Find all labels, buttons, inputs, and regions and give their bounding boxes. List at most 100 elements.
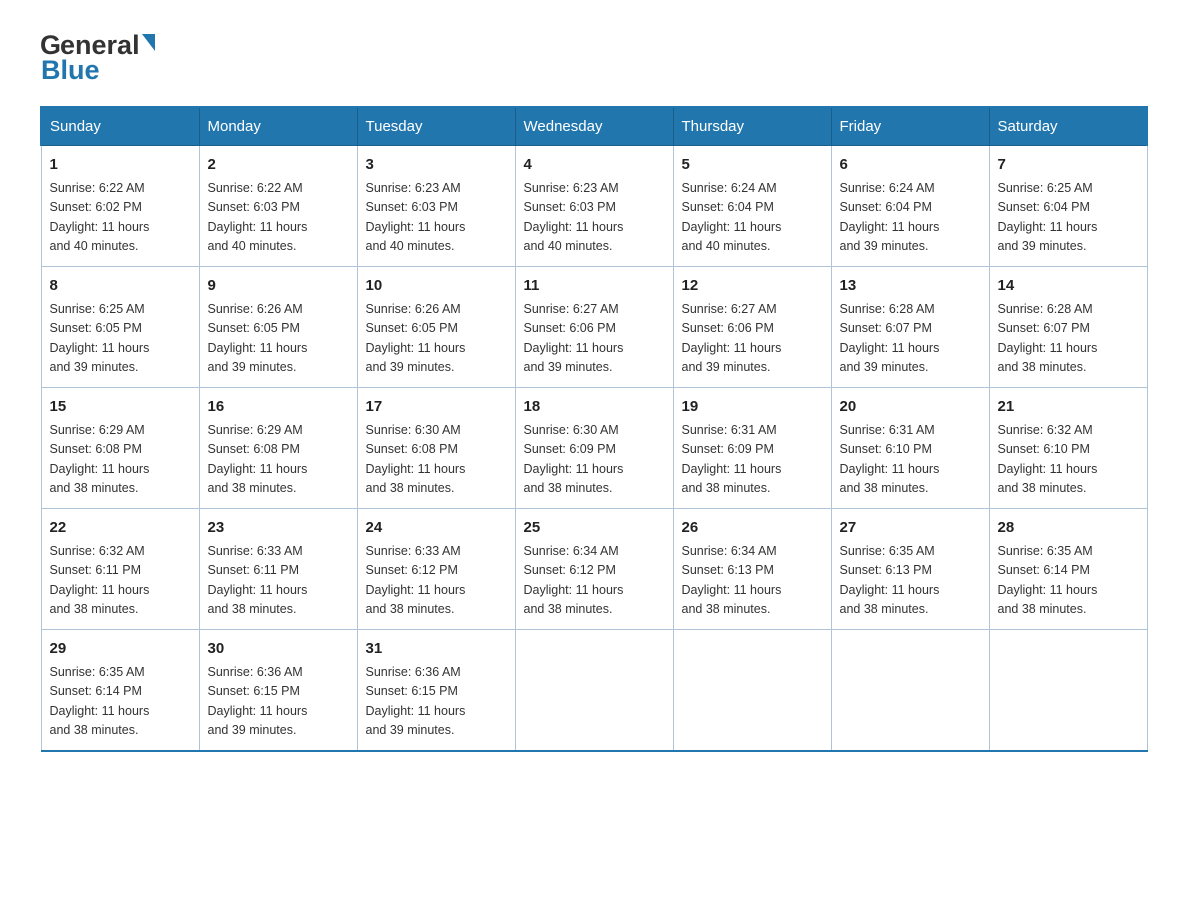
logo-triangle-icon — [142, 34, 155, 51]
day-info: Sunrise: 6:27 AMSunset: 6:06 PMDaylight:… — [524, 302, 624, 375]
calendar-cell — [673, 630, 831, 752]
calendar-cell: 21 Sunrise: 6:32 AMSunset: 6:10 PMDaylig… — [989, 388, 1147, 509]
day-number: 11 — [524, 275, 665, 297]
day-number: 27 — [840, 517, 981, 539]
day-info: Sunrise: 6:23 AMSunset: 6:03 PMDaylight:… — [366, 181, 466, 254]
calendar-cell: 23 Sunrise: 6:33 AMSunset: 6:11 PMDaylig… — [199, 509, 357, 630]
day-number: 25 — [524, 517, 665, 539]
calendar-cell: 29 Sunrise: 6:35 AMSunset: 6:14 PMDaylig… — [41, 630, 199, 752]
day-number: 17 — [366, 396, 507, 418]
calendar-cell: 3 Sunrise: 6:23 AMSunset: 6:03 PMDayligh… — [357, 146, 515, 267]
calendar-cell: 9 Sunrise: 6:26 AMSunset: 6:05 PMDayligh… — [199, 267, 357, 388]
col-header-wednesday: Wednesday — [515, 107, 673, 146]
day-number: 20 — [840, 396, 981, 418]
day-info: Sunrise: 6:25 AMSunset: 6:04 PMDaylight:… — [998, 181, 1098, 254]
day-number: 9 — [208, 275, 349, 297]
day-info: Sunrise: 6:28 AMSunset: 6:07 PMDaylight:… — [998, 302, 1098, 375]
logo: G eneral Blue — [40, 30, 155, 86]
day-number: 28 — [998, 517, 1139, 539]
calendar-week-row: 29 Sunrise: 6:35 AMSunset: 6:14 PMDaylig… — [41, 630, 1147, 752]
day-number: 4 — [524, 154, 665, 176]
day-info: Sunrise: 6:34 AMSunset: 6:13 PMDaylight:… — [682, 544, 782, 617]
calendar-cell: 22 Sunrise: 6:32 AMSunset: 6:11 PMDaylig… — [41, 509, 199, 630]
col-header-saturday: Saturday — [989, 107, 1147, 146]
calendar-cell: 6 Sunrise: 6:24 AMSunset: 6:04 PMDayligh… — [831, 146, 989, 267]
calendar-cell — [989, 630, 1147, 752]
day-number: 19 — [682, 396, 823, 418]
calendar-cell: 13 Sunrise: 6:28 AMSunset: 6:07 PMDaylig… — [831, 267, 989, 388]
day-number: 16 — [208, 396, 349, 418]
calendar-week-row: 15 Sunrise: 6:29 AMSunset: 6:08 PMDaylig… — [41, 388, 1147, 509]
calendar-cell: 25 Sunrise: 6:34 AMSunset: 6:12 PMDaylig… — [515, 509, 673, 630]
day-number: 24 — [366, 517, 507, 539]
calendar-cell: 30 Sunrise: 6:36 AMSunset: 6:15 PMDaylig… — [199, 630, 357, 752]
calendar-cell — [515, 630, 673, 752]
day-info: Sunrise: 6:30 AMSunset: 6:09 PMDaylight:… — [524, 423, 624, 496]
day-info: Sunrise: 6:28 AMSunset: 6:07 PMDaylight:… — [840, 302, 940, 375]
calendar-cell: 31 Sunrise: 6:36 AMSunset: 6:15 PMDaylig… — [357, 630, 515, 752]
col-header-sunday: Sunday — [41, 107, 199, 146]
calendar-cell: 8 Sunrise: 6:25 AMSunset: 6:05 PMDayligh… — [41, 267, 199, 388]
day-info: Sunrise: 6:29 AMSunset: 6:08 PMDaylight:… — [50, 423, 150, 496]
calendar-week-row: 8 Sunrise: 6:25 AMSunset: 6:05 PMDayligh… — [41, 267, 1147, 388]
day-info: Sunrise: 6:36 AMSunset: 6:15 PMDaylight:… — [366, 665, 466, 738]
calendar-cell: 5 Sunrise: 6:24 AMSunset: 6:04 PMDayligh… — [673, 146, 831, 267]
day-number: 23 — [208, 517, 349, 539]
calendar-week-row: 1 Sunrise: 6:22 AMSunset: 6:02 PMDayligh… — [41, 146, 1147, 267]
day-number: 1 — [50, 154, 191, 176]
calendar-cell: 11 Sunrise: 6:27 AMSunset: 6:06 PMDaylig… — [515, 267, 673, 388]
day-number: 30 — [208, 638, 349, 660]
logo-blue-text: Blue — [40, 55, 155, 86]
day-info: Sunrise: 6:32 AMSunset: 6:11 PMDaylight:… — [50, 544, 150, 617]
day-info: Sunrise: 6:35 AMSunset: 6:13 PMDaylight:… — [840, 544, 940, 617]
day-number: 29 — [50, 638, 191, 660]
day-number: 7 — [998, 154, 1139, 176]
day-number: 31 — [366, 638, 507, 660]
calendar-cell: 19 Sunrise: 6:31 AMSunset: 6:09 PMDaylig… — [673, 388, 831, 509]
calendar-cell: 7 Sunrise: 6:25 AMSunset: 6:04 PMDayligh… — [989, 146, 1147, 267]
day-info: Sunrise: 6:24 AMSunset: 6:04 PMDaylight:… — [840, 181, 940, 254]
calendar-cell: 17 Sunrise: 6:30 AMSunset: 6:08 PMDaylig… — [357, 388, 515, 509]
day-number: 21 — [998, 396, 1139, 418]
day-info: Sunrise: 6:24 AMSunset: 6:04 PMDaylight:… — [682, 181, 782, 254]
day-info: Sunrise: 6:31 AMSunset: 6:09 PMDaylight:… — [682, 423, 782, 496]
day-number: 8 — [50, 275, 191, 297]
day-info: Sunrise: 6:31 AMSunset: 6:10 PMDaylight:… — [840, 423, 940, 496]
day-info: Sunrise: 6:22 AMSunset: 6:02 PMDaylight:… — [50, 181, 150, 254]
day-info: Sunrise: 6:30 AMSunset: 6:08 PMDaylight:… — [366, 423, 466, 496]
day-number: 18 — [524, 396, 665, 418]
day-number: 12 — [682, 275, 823, 297]
day-info: Sunrise: 6:34 AMSunset: 6:12 PMDaylight:… — [524, 544, 624, 617]
day-number: 15 — [50, 396, 191, 418]
calendar-cell: 12 Sunrise: 6:27 AMSunset: 6:06 PMDaylig… — [673, 267, 831, 388]
calendar-cell: 4 Sunrise: 6:23 AMSunset: 6:03 PMDayligh… — [515, 146, 673, 267]
day-number: 13 — [840, 275, 981, 297]
calendar-cell: 27 Sunrise: 6:35 AMSunset: 6:13 PMDaylig… — [831, 509, 989, 630]
day-info: Sunrise: 6:26 AMSunset: 6:05 PMDaylight:… — [366, 302, 466, 375]
day-info: Sunrise: 6:29 AMSunset: 6:08 PMDaylight:… — [208, 423, 308, 496]
calendar-cell: 10 Sunrise: 6:26 AMSunset: 6:05 PMDaylig… — [357, 267, 515, 388]
day-number: 26 — [682, 517, 823, 539]
day-info: Sunrise: 6:33 AMSunset: 6:11 PMDaylight:… — [208, 544, 308, 617]
day-info: Sunrise: 6:32 AMSunset: 6:10 PMDaylight:… — [998, 423, 1098, 496]
calendar-week-row: 22 Sunrise: 6:32 AMSunset: 6:11 PMDaylig… — [41, 509, 1147, 630]
calendar-cell: 20 Sunrise: 6:31 AMSunset: 6:10 PMDaylig… — [831, 388, 989, 509]
day-info: Sunrise: 6:35 AMSunset: 6:14 PMDaylight:… — [50, 665, 150, 738]
calendar-cell: 15 Sunrise: 6:29 AMSunset: 6:08 PMDaylig… — [41, 388, 199, 509]
day-info: Sunrise: 6:26 AMSunset: 6:05 PMDaylight:… — [208, 302, 308, 375]
day-info: Sunrise: 6:25 AMSunset: 6:05 PMDaylight:… — [50, 302, 150, 375]
day-info: Sunrise: 6:22 AMSunset: 6:03 PMDaylight:… — [208, 181, 308, 254]
calendar-cell: 18 Sunrise: 6:30 AMSunset: 6:09 PMDaylig… — [515, 388, 673, 509]
day-number: 2 — [208, 154, 349, 176]
day-number: 3 — [366, 154, 507, 176]
day-info: Sunrise: 6:35 AMSunset: 6:14 PMDaylight:… — [998, 544, 1098, 617]
calendar-cell: 1 Sunrise: 6:22 AMSunset: 6:02 PMDayligh… — [41, 146, 199, 267]
calendar-cell: 14 Sunrise: 6:28 AMSunset: 6:07 PMDaylig… — [989, 267, 1147, 388]
calendar-cell: 2 Sunrise: 6:22 AMSunset: 6:03 PMDayligh… — [199, 146, 357, 267]
col-header-friday: Friday — [831, 107, 989, 146]
col-header-tuesday: Tuesday — [357, 107, 515, 146]
calendar-cell: 28 Sunrise: 6:35 AMSunset: 6:14 PMDaylig… — [989, 509, 1147, 630]
page-header: G eneral Blue — [40, 30, 1148, 86]
calendar-table: SundayMondayTuesdayWednesdayThursdayFrid… — [40, 106, 1148, 752]
day-number: 10 — [366, 275, 507, 297]
